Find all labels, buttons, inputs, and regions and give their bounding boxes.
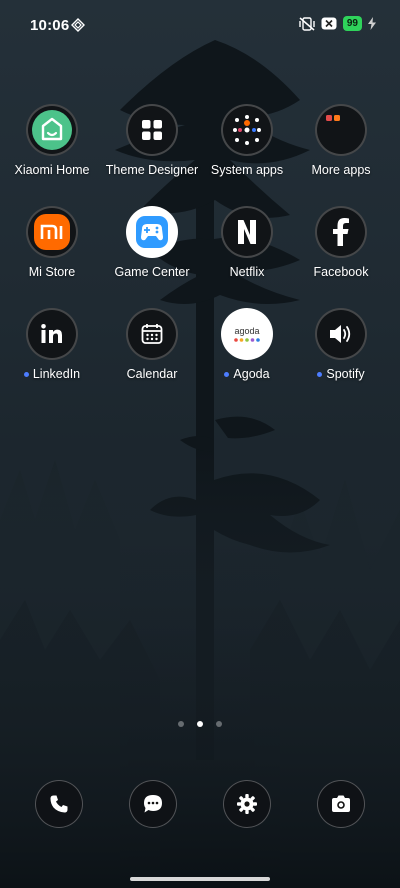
app-label: Xiaomi Home [14,163,90,177]
app-facebook[interactable]: Facebook [291,206,391,281]
app-agoda[interactable]: agoda Agoda [197,308,297,382]
app-mi-store[interactable]: Mi Store [2,206,102,281]
folder-icon [221,104,273,156]
app-xiaomi-home[interactable]: Xiaomi Home [2,104,102,179]
folder-system-apps[interactable]: System apps [197,104,297,179]
chat-bubble-icon [144,795,162,813]
page-dot[interactable] [178,721,184,727]
app-label: Agoda [233,367,270,381]
grid-squares-icon [126,104,178,156]
app-spotify[interactable]: Spotify [291,308,391,382]
dock-messages-button[interactable] [129,780,177,828]
app-label: More apps [311,163,371,177]
page-dot[interactable] [216,721,222,727]
new-app-dot [317,371,323,377]
agoda-logo-icon: agoda [221,308,273,360]
charging-bolt-icon [368,17,376,30]
close-box-icon [321,17,337,30]
app-label: LinkedIn [32,367,81,381]
app-label: System apps [210,163,284,177]
app-label: Mi Store [28,265,76,279]
app-game-center[interactable]: Game Center [102,206,202,281]
app-label: Game Center [114,265,190,279]
new-app-dot [224,371,230,377]
app-theme-designer[interactable]: Theme Designer [102,104,202,179]
data-saver-icon [71,18,85,32]
dock-camera-button[interactable] [317,780,365,828]
app-calendar[interactable]: Calendar [102,308,202,383]
netflix-n-icon [221,206,273,258]
dock [0,780,400,830]
agoda-logo-text: agoda [234,326,259,336]
dock-phone-button[interactable] [35,780,83,828]
new-app-dot [23,371,29,377]
app-linkedin[interactable]: LinkedIn [2,308,102,382]
facebook-f-icon [315,206,367,258]
app-netflix[interactable]: Netflix [197,206,297,281]
battery-level: 99 [342,16,362,31]
folder-more-apps[interactable]: More apps [291,104,391,179]
folder-icon [315,104,367,156]
status-icons: 99 [299,16,376,31]
speaker-icon [315,308,367,360]
home-indicator-bar[interactable] [130,877,270,881]
mi-store-icon [26,206,78,258]
status-bar: 10:06 99 [0,0,400,52]
gear-icon [237,794,257,814]
page-indicator [0,721,400,727]
mute-vibrate-icon [299,16,315,31]
app-label: Calendar [126,367,178,381]
app-label: Spotify [326,367,365,381]
page-dot-active[interactable] [197,721,203,727]
linkedin-in-icon [26,308,78,360]
app-label: Facebook [313,265,369,279]
app-label: Theme Designer [105,163,199,177]
dock-settings-button[interactable] [223,780,271,828]
camera-icon [332,795,350,812]
status-time: 10:06 [30,17,70,34]
phone-icon [50,795,68,813]
app-label: Netflix [229,265,265,279]
xiaomi-home-icon [26,104,78,156]
calendar-icon [126,308,178,360]
gamepad-icon [126,206,178,258]
